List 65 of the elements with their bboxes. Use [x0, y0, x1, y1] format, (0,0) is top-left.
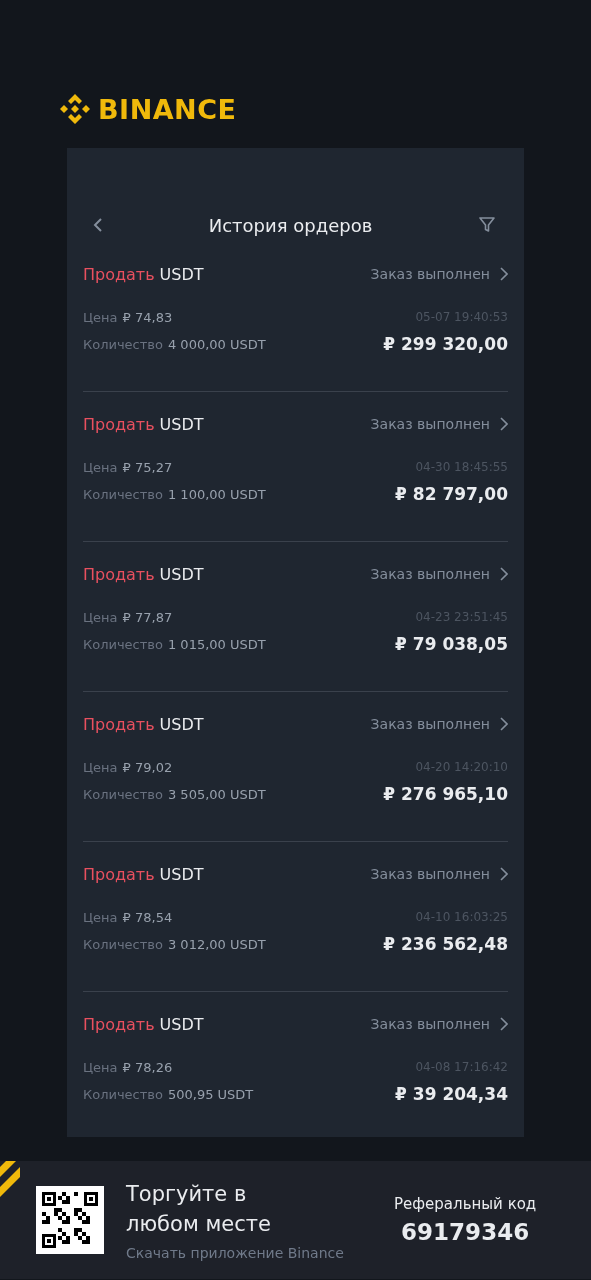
chevron-icon[interactable]: [500, 567, 508, 581]
filter-icon[interactable]: [478, 216, 496, 234]
order-side: Продать: [83, 414, 155, 434]
price-value: ₽ 77,87: [122, 609, 173, 625]
order-status: Заказ выполнен: [370, 566, 490, 582]
order-status: Заказ выполнен: [370, 1016, 490, 1032]
quantity-label: Количество: [83, 636, 163, 652]
order-side: Продать: [83, 264, 155, 284]
quantity-label: Количество: [83, 786, 163, 802]
quantity-value: 1 100,00 USDT: [167, 486, 266, 502]
order-asset: USDT: [159, 714, 204, 734]
price-label: Цена: [83, 609, 118, 625]
order-asset: USDT: [159, 864, 204, 884]
chevron-icon[interactable]: [500, 417, 508, 431]
order-total: ₽ 79 038,05: [395, 634, 508, 654]
order-asset: USDT: [159, 414, 204, 434]
order-status: Заказ выполнен: [370, 716, 490, 732]
back-icon[interactable]: [93, 217, 103, 233]
chevron-icon[interactable]: [500, 867, 508, 881]
download-link[interactable]: Скачать приложение Binance: [126, 1245, 386, 1261]
logo-icon: [58, 92, 92, 126]
promo-headline: Торгуйте в любом месте: [126, 1181, 272, 1238]
page-title: История ордеров: [208, 214, 373, 236]
order-status: Заказ выполнен: [370, 416, 490, 432]
quantity-label: Количество: [83, 486, 163, 502]
price-value: ₽ 78,26: [122, 1059, 173, 1075]
price-label: Цена: [83, 909, 118, 925]
order-side: Продать: [83, 564, 155, 584]
referral-label: Реферальный код: [394, 1195, 537, 1213]
price-value: ₽ 78,54: [122, 909, 173, 925]
price-label: Цена: [83, 1059, 118, 1075]
quantity-label: Количество: [83, 1086, 163, 1102]
chevron-icon[interactable]: [500, 717, 508, 731]
quantity-value: 500,95 USDT: [167, 1086, 254, 1102]
order-total: ₽ 236 562,48: [383, 934, 508, 954]
order-status: Заказ выполнен: [370, 266, 490, 282]
price-value: ₽ 79,02: [122, 759, 173, 775]
quantity-label: Количество: [83, 336, 163, 352]
order-asset: USDT: [159, 1014, 204, 1034]
quantity-label: Количество: [83, 936, 163, 952]
order-side: Продать: [83, 714, 155, 734]
price-label: Цена: [83, 759, 118, 775]
referral-code: 69179346: [401, 1219, 530, 1245]
logo-text: BINANCE: [98, 93, 237, 125]
stripes-icon: [0, 1161, 20, 1197]
price-label: Цена: [83, 309, 118, 325]
order-total: ₽ 299 320,00: [383, 334, 508, 354]
order-total: ₽ 82 797,00: [395, 484, 508, 504]
chevron-icon[interactable]: [500, 267, 508, 281]
quantity-value: 3 505,00 USDT: [167, 786, 266, 802]
quantity-value: 3 012,00 USDT: [167, 936, 266, 952]
price-value: ₽ 74,83: [122, 309, 173, 325]
order-asset: USDT: [159, 264, 204, 284]
price-value: ₽ 75,27: [122, 459, 173, 475]
order-status: Заказ выполнен: [370, 866, 490, 882]
chevron-icon[interactable]: [500, 1017, 508, 1031]
order-total: ₽ 276 965,10: [383, 784, 508, 804]
qr-code: [36, 1186, 104, 1254]
quantity-value: 4 000,00 USDT: [167, 336, 266, 352]
order-asset: USDT: [159, 564, 204, 584]
price-label: Цена: [83, 459, 118, 475]
order-side: Продать: [83, 1014, 155, 1034]
order-total: ₽ 39 204,34: [395, 1084, 508, 1104]
quantity-value: 1 015,00 USDT: [167, 636, 266, 652]
order-side: Продать: [83, 864, 155, 884]
